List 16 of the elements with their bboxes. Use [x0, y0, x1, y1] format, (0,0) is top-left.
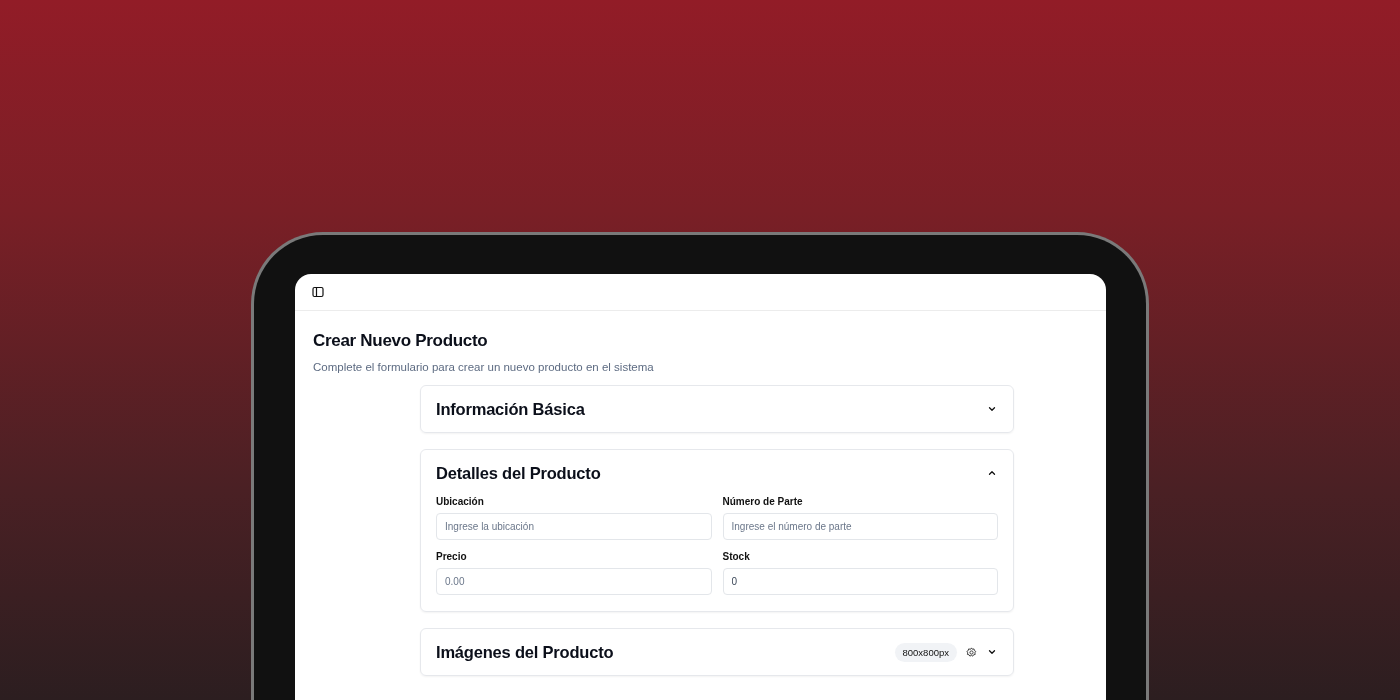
input-field[interactable]: Ingrese la ubicación	[436, 513, 712, 540]
field-label: Número de Parte	[722, 496, 804, 507]
size-badge: 800x800px	[894, 642, 957, 662]
input-field[interactable]: Ingrese el número de parte	[722, 513, 998, 540]
section-title: Imágenes del Producto	[436, 642, 614, 662]
input-field[interactable]: 0	[722, 568, 998, 595]
section-title: Detalles del Producto	[436, 463, 601, 483]
page-subtitle: Complete el formulario para crear un nuevo producto en el sistema	[313, 361, 655, 373]
page-title: Crear Nuevo Producto	[313, 331, 489, 351]
field-label: Precio	[436, 551, 468, 562]
input-field[interactable]: 0.00	[436, 568, 712, 595]
section-title: Información Básica	[436, 399, 585, 419]
field-label: Stock	[722, 551, 751, 562]
sidebar-toggle-button[interactable]	[310, 284, 326, 300]
settings-icon[interactable]	[965, 645, 978, 659]
field-label: Ubicación	[436, 496, 485, 507]
